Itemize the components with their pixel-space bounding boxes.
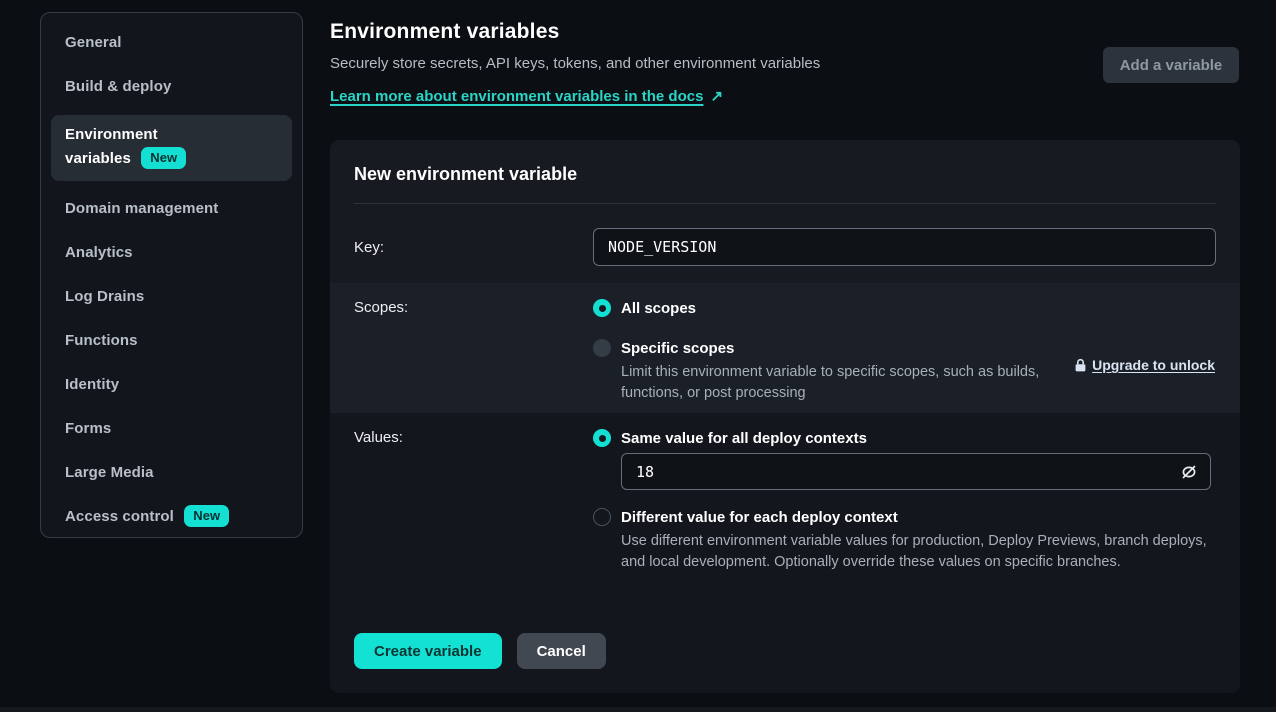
value-input[interactable] (621, 453, 1211, 490)
sidebar-item-access-control[interactable]: Access control New (51, 501, 292, 531)
values-section: Values: Same value for all deploy contex… (330, 413, 1240, 693)
sidebar-item-forms[interactable]: Forms (51, 413, 292, 443)
new-environment-variable-panel: New environment variable Key: Scopes: Al… (330, 140, 1240, 693)
cancel-button[interactable]: Cancel (517, 633, 606, 669)
lock-icon (1074, 358, 1087, 373)
all-scopes-option[interactable]: All scopes (593, 299, 1216, 317)
sidebar-item-label: Build & deploy (65, 78, 171, 95)
key-label: Key: (354, 239, 593, 256)
new-badge: New (184, 505, 229, 527)
sidebar-item-label: Forms (65, 420, 111, 437)
scopes-label: Scopes: (354, 299, 593, 413)
sidebar-item-label: Identity (65, 376, 119, 393)
same-value-radio[interactable] (593, 429, 611, 447)
upgrade-to-unlock-link[interactable]: Upgrade to unlock (1074, 357, 1215, 373)
sidebar-item-label: Access control (65, 508, 174, 525)
sidebar-item-label: Log Drains (65, 288, 144, 305)
same-value-option-label: Same value for all deploy contexts (621, 430, 867, 447)
form-actions: Create variable Cancel (354, 633, 606, 669)
specific-scopes-option-label: Specific scopes (621, 340, 734, 357)
sidebar-item-identity[interactable]: Identity (51, 369, 292, 399)
specific-scopes-radio[interactable] (593, 339, 611, 357)
sidebar-item-domain-management[interactable]: Domain management (51, 193, 292, 223)
new-badge: New (141, 147, 186, 169)
all-scopes-option-label: All scopes (621, 300, 696, 317)
different-value-option[interactable]: Different value for each deploy context … (593, 508, 1216, 573)
sidebar-item-label: Large Media (65, 464, 154, 481)
sidebar-item-environment-variables[interactable]: Environment variables New (51, 115, 292, 181)
sidebar-item-label: Functions (65, 332, 138, 349)
sidebar-item-general[interactable]: General (51, 27, 292, 57)
sidebar-item-label: Analytics (65, 244, 133, 261)
form-title: New environment variable (354, 164, 1216, 185)
different-value-description: Use different environment variable value… (621, 531, 1216, 573)
different-value-option-label: Different value for each deploy context (621, 509, 898, 526)
specific-scopes-description: Limit this environment variable to speci… (621, 362, 1076, 404)
page-title: Environment variables (330, 20, 559, 44)
same-value-option[interactable]: Same value for all deploy contexts (593, 429, 1216, 447)
page-subtitle: Securely store secrets, API keys, tokens… (330, 55, 820, 72)
panel-header-section: New environment variable Key: (330, 140, 1240, 283)
all-scopes-radio[interactable] (593, 299, 611, 317)
sidebar-item-build-deploy[interactable]: Build & deploy (51, 71, 292, 101)
sidebar-item-log-drains[interactable]: Log Drains (51, 281, 292, 311)
eye-slash-icon (1179, 462, 1199, 482)
key-row: Key: (354, 228, 1216, 266)
sidebar-item-analytics[interactable]: Analytics (51, 237, 292, 267)
sidebar-item-label: Domain management (65, 200, 218, 217)
add-variable-button[interactable]: Add a variable (1103, 47, 1239, 83)
next-card-edge (0, 707, 1276, 712)
scopes-section: Scopes: All scopes Specific scopes Limit… (330, 283, 1240, 413)
different-value-radio[interactable] (593, 508, 611, 526)
external-link-arrow-icon: ↗ (710, 87, 723, 105)
key-input[interactable] (593, 228, 1216, 266)
create-variable-button[interactable]: Create variable (354, 633, 502, 669)
docs-link[interactable]: Learn more about environment variables i… (330, 87, 723, 105)
settings-sidebar: General Build & deploy Environment varia… (40, 12, 303, 538)
divider (354, 203, 1216, 204)
sidebar-item-functions[interactable]: Functions (51, 325, 292, 355)
toggle-value-visibility-button[interactable] (1177, 460, 1201, 484)
sidebar-item-large-media[interactable]: Large Media (51, 457, 292, 487)
sidebar-item-label: General (65, 34, 122, 51)
